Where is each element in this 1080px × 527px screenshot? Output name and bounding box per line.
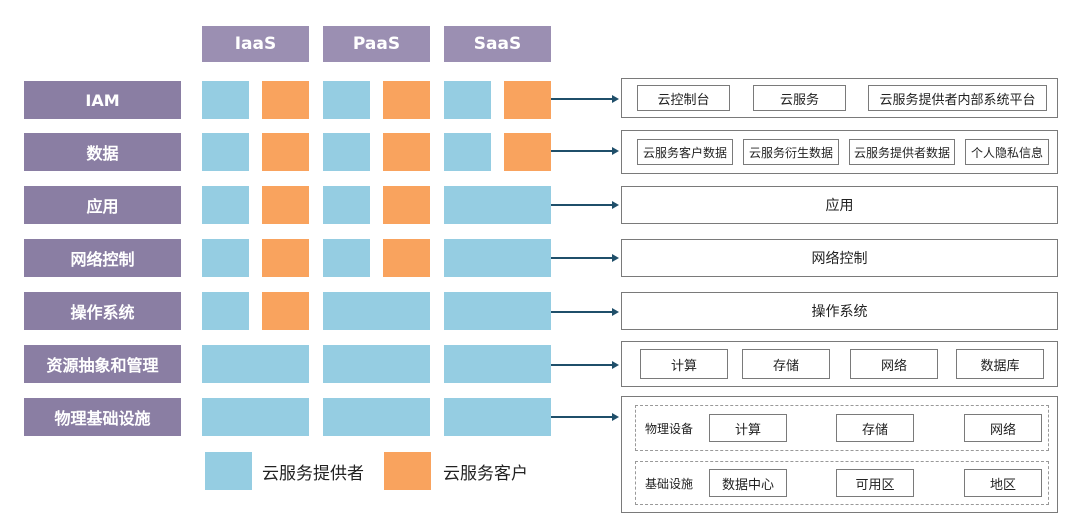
arrow-os	[551, 311, 613, 313]
panel-application: 应用	[621, 186, 1058, 224]
cell-iam-iaas-provider	[202, 81, 249, 119]
cell-res-paas-provider	[323, 345, 430, 383]
cell-os-saas-provider	[444, 292, 551, 330]
cell-data-paas-provider	[323, 133, 370, 171]
arrow-iam	[551, 98, 613, 100]
arrow-data	[551, 150, 613, 152]
chip-data-center: 数据中心	[709, 469, 787, 497]
legend-customer-label: 云服务客户	[443, 463, 528, 484]
cell-phy-saas-provider	[444, 398, 551, 436]
cell-os-iaas-customer	[262, 292, 309, 330]
arrow-net	[551, 257, 613, 259]
chip-device-storage: 存储	[836, 414, 914, 442]
chip-device-network: 网络	[964, 414, 1042, 442]
cell-data-iaas-customer	[262, 133, 309, 171]
arrow-phy-head	[612, 413, 619, 421]
legend-provider-swatch	[205, 452, 252, 490]
cell-data-iaas-provider	[202, 133, 249, 171]
chip-database: 数据库	[956, 349, 1044, 379]
row-label-network-control: 网络控制	[24, 239, 181, 277]
chip-derived-data: 云服务衍生数据	[743, 139, 839, 165]
chip-device-compute: 计算	[709, 414, 787, 442]
cell-app-paas-provider	[323, 186, 370, 224]
cell-phy-iaas-provider	[202, 398, 309, 436]
arrow-os-head	[612, 308, 619, 316]
arrow-phy	[551, 416, 613, 418]
row-label-os: 操作系统	[24, 292, 181, 330]
cell-net-paas-customer	[383, 239, 430, 277]
cell-res-saas-provider	[444, 345, 551, 383]
row-label-iam: IAM	[24, 81, 181, 119]
arrow-res	[551, 364, 613, 366]
legend-provider-label: 云服务提供者	[262, 463, 364, 484]
cell-os-paas-provider	[323, 292, 430, 330]
cell-app-iaas-customer	[262, 186, 309, 224]
panel-os: 操作系统	[621, 292, 1058, 330]
chip-internal-platform: 云服务提供者内部系统平台	[868, 85, 1047, 111]
chip-cloud-service: 云服务	[753, 85, 846, 111]
chip-network: 网络	[850, 349, 938, 379]
arrow-app	[551, 204, 613, 206]
arrow-data-head	[612, 147, 619, 155]
legend-customer-swatch	[384, 452, 431, 490]
cell-net-iaas-provider	[202, 239, 249, 277]
header-paas: PaaS	[323, 26, 430, 62]
cell-app-paas-customer	[383, 186, 430, 224]
panel-network-control: 网络控制	[621, 239, 1058, 277]
cell-iam-paas-provider	[323, 81, 370, 119]
cell-app-saas-provider	[444, 186, 551, 224]
header-saas: SaaS	[444, 26, 551, 62]
chip-availability-zone: 可用区	[836, 469, 914, 497]
cell-data-paas-customer	[383, 133, 430, 171]
cell-app-iaas-provider	[202, 186, 249, 224]
chip-provider-data: 云服务提供者数据	[849, 139, 955, 165]
cell-res-iaas-provider	[202, 345, 309, 383]
arrow-iam-head	[612, 95, 619, 103]
chip-console: 云控制台	[637, 85, 730, 111]
chip-compute: 计算	[640, 349, 728, 379]
chip-storage: 存储	[742, 349, 830, 379]
cell-data-saas-customer	[504, 133, 551, 171]
cell-phy-paas-provider	[323, 398, 430, 436]
cell-net-paas-provider	[323, 239, 370, 277]
cell-iam-paas-customer	[383, 81, 430, 119]
header-iaas: IaaS	[202, 26, 309, 62]
chip-customer-data: 云服务客户数据	[637, 139, 733, 165]
cell-net-iaas-customer	[262, 239, 309, 277]
cell-os-iaas-provider	[202, 292, 249, 330]
label-physical-devices: 物理设备	[645, 421, 694, 436]
row-label-application: 应用	[24, 186, 181, 224]
row-label-data: 数据	[24, 133, 181, 171]
label-infrastructure: 基础设施	[645, 476, 694, 491]
cell-net-saas-provider	[444, 239, 551, 277]
cell-data-saas-provider	[444, 133, 491, 171]
row-label-resource: 资源抽象和管理	[24, 345, 181, 383]
chip-privacy-info: 个人隐私信息	[965, 139, 1049, 165]
cell-iam-saas-provider	[444, 81, 491, 119]
cell-iam-saas-customer	[504, 81, 551, 119]
chip-region: 地区	[964, 469, 1042, 497]
row-label-physical: 物理基础设施	[24, 398, 181, 436]
cell-iam-iaas-customer	[262, 81, 309, 119]
arrow-app-head	[612, 201, 619, 209]
arrow-net-head	[612, 254, 619, 262]
arrow-res-head	[612, 361, 619, 369]
